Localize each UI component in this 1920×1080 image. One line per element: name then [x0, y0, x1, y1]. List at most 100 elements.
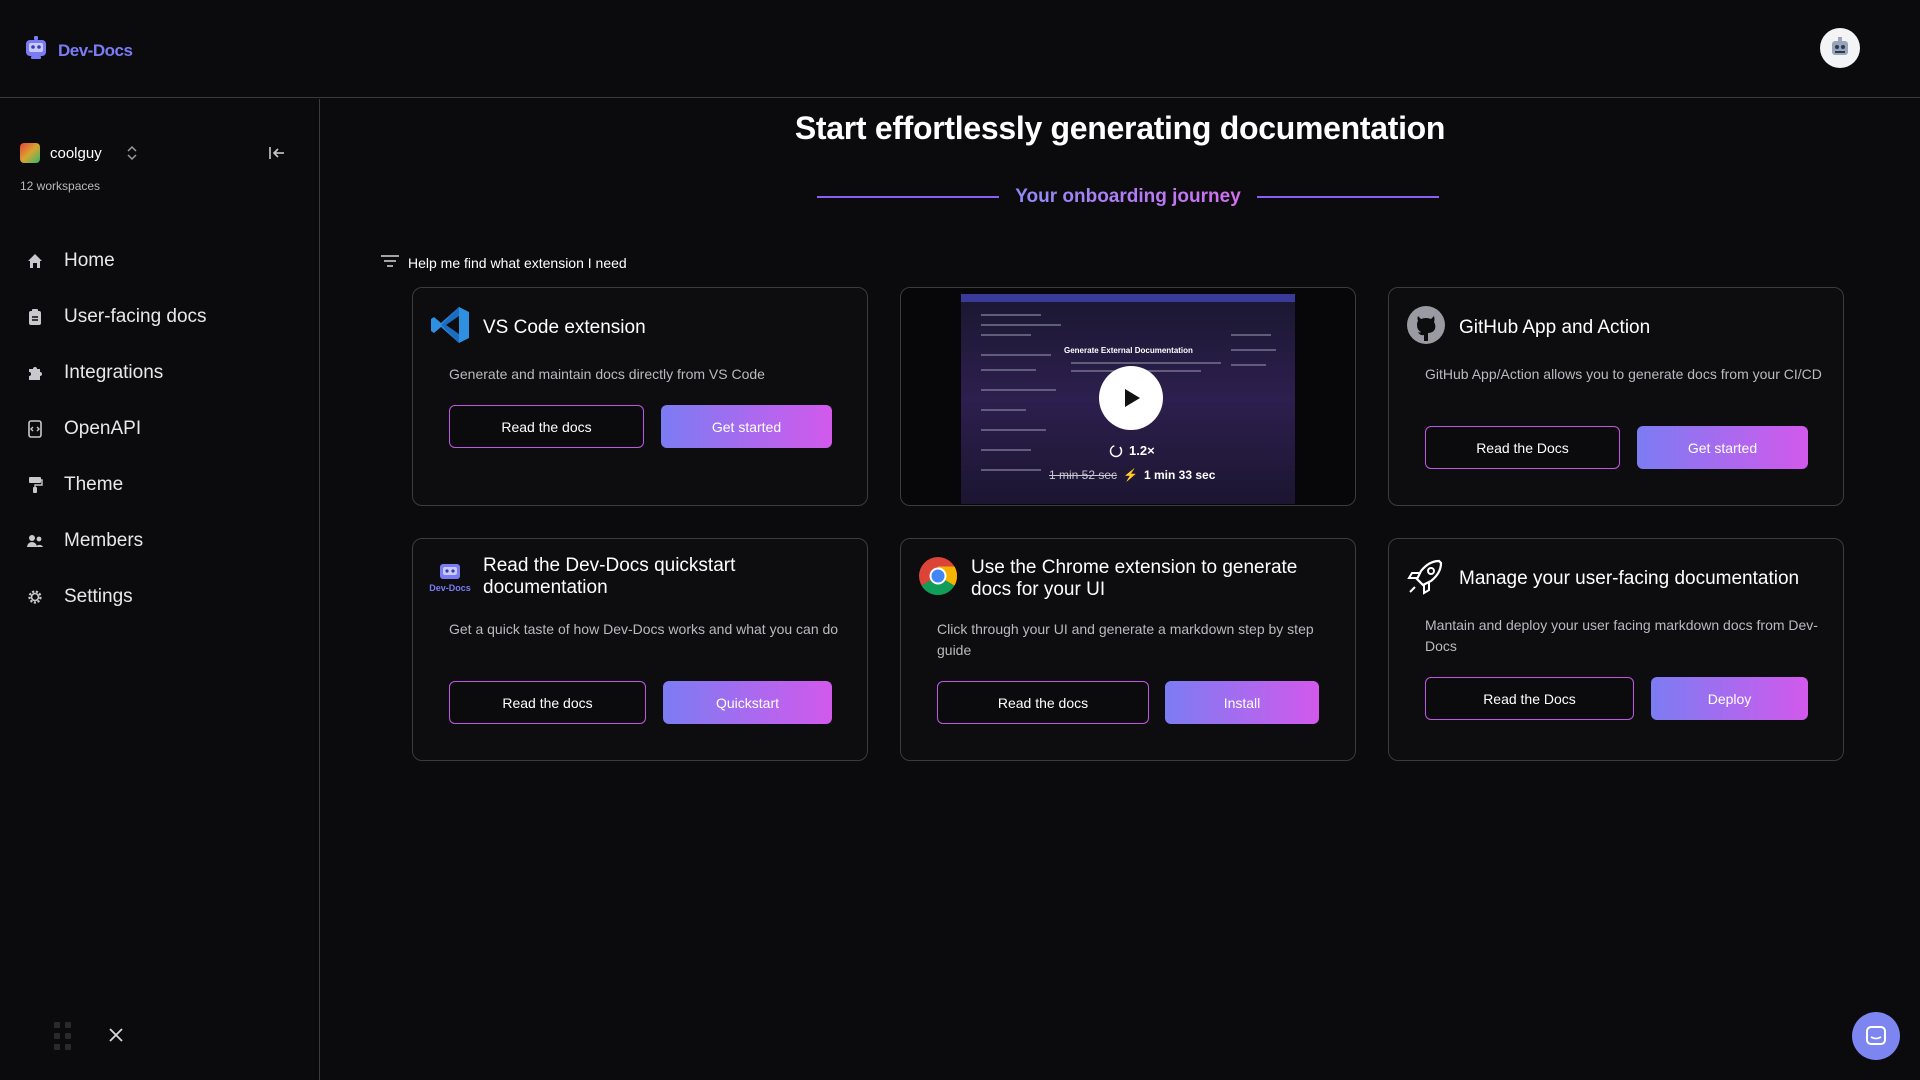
card-github-app-action: GitHub App and Action GitHub App/Action …	[1388, 287, 1844, 506]
playback-speed[interactable]: 1.2×	[1109, 443, 1155, 458]
robot-logo-icon	[22, 34, 50, 67]
app-name: Dev-Docs	[58, 40, 133, 60]
original-duration: 1 min 52 sec	[1049, 468, 1118, 482]
clipboard-icon	[24, 306, 46, 328]
drag-handle-icon[interactable]	[52, 1020, 74, 1057]
sidebar-item-user-facing-docs[interactable]: User-facing docs	[24, 289, 207, 345]
card-title: VS Code extension	[483, 316, 646, 338]
card-vscode-extension: VS Code extension Generate and maintain …	[412, 287, 868, 506]
speed-value: 1.2×	[1129, 443, 1155, 458]
get-started-button[interactable]: Get started	[1637, 426, 1808, 469]
card-description: Click through your UI and generate a mar…	[937, 621, 1314, 658]
members-icon	[24, 530, 46, 552]
play-button[interactable]	[1099, 366, 1163, 430]
video-text-line	[981, 469, 1041, 471]
read-the-docs-button[interactable]: Read the docs	[449, 405, 644, 448]
card-title: GitHub App and Action	[1459, 316, 1651, 338]
journey-label: Your onboarding journey	[1009, 186, 1247, 208]
video-text-line	[981, 409, 1026, 411]
lightning-icon: ⚡	[1123, 468, 1138, 482]
app-logo[interactable]: Dev-Docs	[22, 34, 133, 67]
card-title: Read the Dev-Docs quickstart documentati…	[483, 555, 736, 598]
card-manage-docs: Manage your user-facing documentation Ma…	[1388, 538, 1844, 761]
card-title: Manage your user-facing documentation	[1459, 567, 1800, 589]
video-text-line	[1071, 362, 1221, 364]
rocket-icon	[1405, 555, 1447, 602]
video-text-line	[981, 429, 1046, 431]
card-quickstart: Dev-Docs Read the Dev-Docs quickstart do…	[412, 538, 868, 761]
sidebar-item-label: Home	[64, 250, 115, 271]
card-description: Generate and maintain docs directly from…	[449, 366, 765, 382]
chrome-icon	[917, 555, 959, 602]
sidebar-item-label: Integrations	[64, 362, 164, 383]
collapse-left-icon	[269, 147, 284, 159]
new-duration: 1 min 33 sec	[1144, 468, 1216, 482]
read-the-docs-button[interactable]: Read the docs	[937, 681, 1149, 724]
video-window-bar	[961, 294, 1295, 302]
divider-line-right	[1256, 196, 1440, 198]
deploy-button[interactable]: Deploy	[1651, 677, 1808, 720]
video-duration: 1 min 52 sec ⚡ 1 min 33 sec	[1049, 468, 1215, 482]
gear-icon	[24, 586, 46, 608]
sidebar-item-label: Members	[64, 530, 144, 551]
filter-icon	[380, 254, 400, 271]
play-icon	[1125, 389, 1140, 407]
video-text-line	[1231, 349, 1276, 351]
sidebar-item-home[interactable]: Home	[24, 233, 207, 289]
video-text-line	[981, 334, 1031, 336]
user-avatar[interactable]	[1820, 28, 1860, 68]
vscode-icon	[429, 304, 471, 351]
chat-icon	[1866, 1026, 1886, 1045]
video-text-line	[981, 449, 1031, 451]
card-description: GitHub App/Action allows you to generate…	[1425, 366, 1822, 382]
video-text-line	[981, 389, 1056, 391]
close-icon[interactable]	[108, 1027, 124, 1048]
video-heading: Generate External Documentation	[1064, 346, 1193, 355]
video-text-line	[981, 369, 1036, 371]
page-title: Start effortlessly generating documentat…	[794, 110, 1446, 146]
dev-docs-logo-icon: Dev-Docs	[429, 561, 471, 593]
sidebar-item-theme[interactable]: Theme	[24, 457, 207, 513]
api-doc-icon	[24, 418, 46, 440]
sidebar-item-integrations[interactable]: Integrations	[24, 345, 207, 401]
read-the-docs-button[interactable]: Read the Docs	[1425, 426, 1620, 469]
video-text-line	[1231, 364, 1266, 366]
sidebar-item-label: User-facing docs	[64, 306, 207, 327]
card-description: Get a quick taste of how Dev-Docs works …	[449, 621, 839, 637]
card-title: Use the Chrome extension to generate doc…	[971, 556, 1298, 600]
github-icon	[1405, 304, 1447, 351]
home-icon	[24, 250, 46, 272]
chevron-up-down-icon	[126, 144, 138, 162]
workspace-name: coolguy	[50, 144, 102, 162]
help-find-extension[interactable]: Help me find what extension I need	[380, 254, 627, 271]
sidebar-nav: Home User-facing docs Integrations OpenA…	[24, 233, 207, 625]
read-the-docs-button[interactable]: Read the docs	[449, 681, 646, 724]
workspace-count: 12 workspaces	[20, 179, 101, 193]
speed-icon	[1109, 444, 1123, 457]
video-text-line	[981, 354, 1051, 356]
video-text-line	[1231, 334, 1271, 336]
install-button[interactable]: Install	[1165, 681, 1319, 724]
read-the-docs-button[interactable]: Read the Docs	[1425, 677, 1634, 720]
sidebar-item-label: Settings	[64, 586, 133, 607]
collapse-sidebar-button[interactable]	[266, 142, 288, 164]
video-text-line	[981, 314, 1041, 316]
top-bar: Dev-Docs	[0, 0, 1920, 98]
workspace-switcher[interactable]: coolguy	[20, 143, 138, 163]
onboarding-journey-divider: Your onboarding journey	[817, 185, 1440, 209]
tutorial-video-player[interactable]: Generate External Documentation 1.2× 1 m…	[900, 287, 1356, 506]
workspace-avatar	[20, 143, 40, 163]
sidebar-item-label: Theme	[64, 474, 124, 495]
card-chrome-extension: Use the Chrome extension to generate doc…	[900, 538, 1356, 761]
card-description: Mantain and deploy your user facing mark…	[1425, 617, 1818, 654]
get-started-button[interactable]: Get started	[661, 405, 832, 448]
video-text-line	[981, 324, 1061, 326]
sidebar-item-members[interactable]: Members	[24, 513, 207, 569]
sidebar: coolguy 12 workspaces Home User-facing d…	[0, 99, 320, 1080]
quickstart-button[interactable]: Quickstart	[663, 681, 832, 724]
dev-docs-logo-text: Dev-Docs	[429, 583, 471, 593]
sidebar-item-openapi[interactable]: OpenAPI	[24, 401, 207, 457]
chat-support-button[interactable]	[1852, 1012, 1900, 1060]
sidebar-item-label: OpenAPI	[64, 418, 142, 439]
sidebar-item-settings[interactable]: Settings	[24, 569, 207, 625]
